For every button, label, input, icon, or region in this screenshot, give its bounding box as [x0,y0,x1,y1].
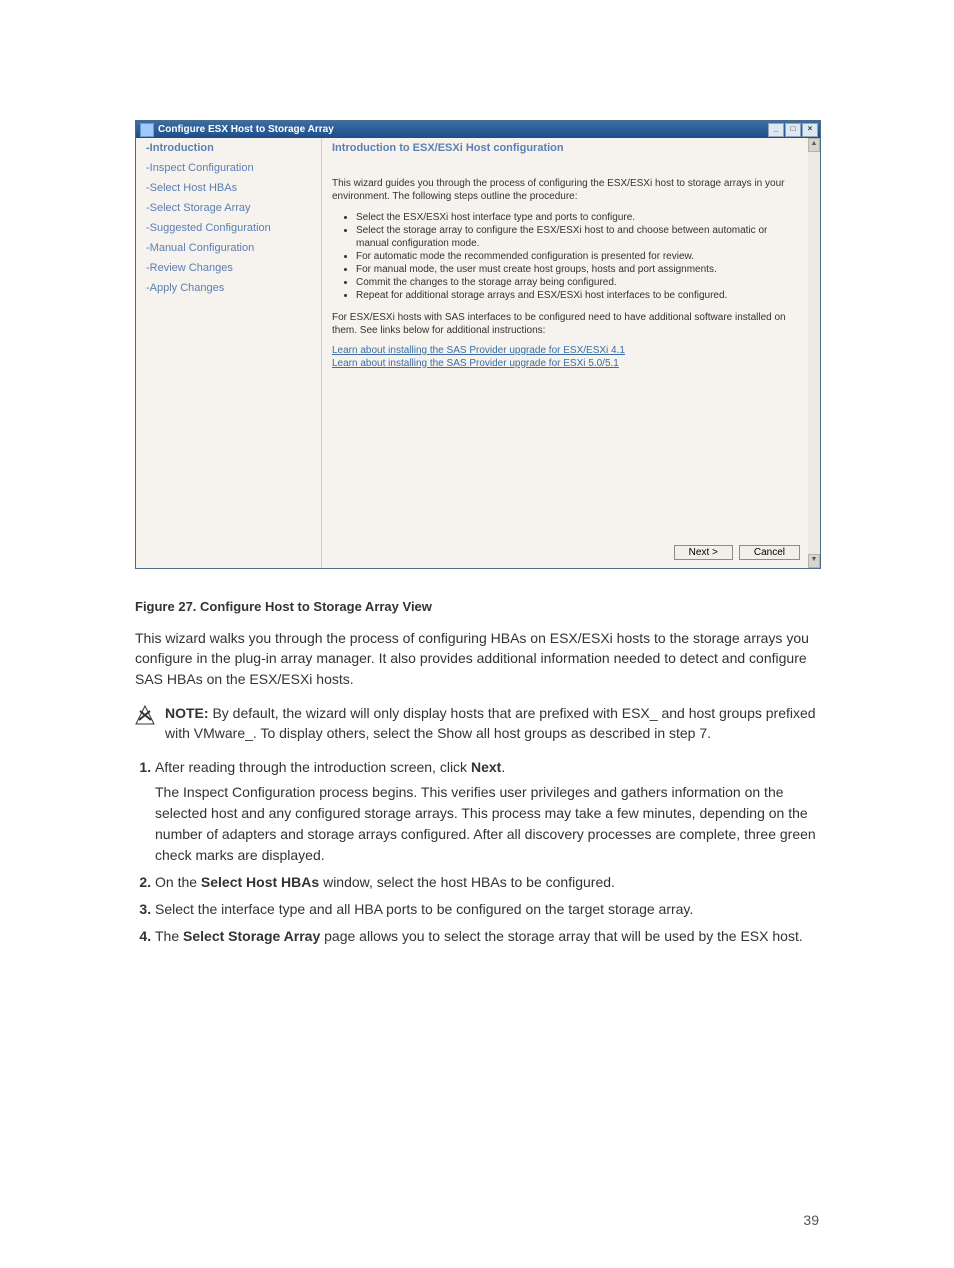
note-block: NOTE: By default, the wizard will only d… [135,703,819,744]
list-item: On the Select Host HBAs window, select t… [155,872,819,893]
list-item: The Select Storage Array page allows you… [155,926,819,947]
procedure-ordered-list: After reading through the introduction s… [135,757,819,947]
list-item: Select the ESX/ESXi host interface type … [356,211,798,224]
window-controls: _ □ × [767,123,818,137]
next-button[interactable]: Next > [674,545,733,560]
wizard-content: Introduction to ESX/ESXi Host configurat… [322,138,820,568]
scroll-up-icon[interactable]: ▲ [808,138,820,152]
body-paragraph: This wizard walks you through the proces… [135,628,819,689]
note-icon [135,705,155,725]
maximize-button[interactable]: □ [785,123,801,137]
wizard-step-review[interactable]: -Review Changes [146,262,321,274]
figure-caption: Figure 27. Configure Host to Storage Arr… [135,599,819,614]
note-label: NOTE: [165,705,209,721]
cancel-button[interactable]: Cancel [739,545,800,560]
step1-detail: The Inspect Configuration process begins… [155,782,819,866]
list-item: After reading through the introduction s… [155,757,819,866]
intro-paragraph: This wizard guides you through the proce… [332,178,798,203]
sas-link-50[interactable]: Learn about installing the SAS Provider … [332,358,619,369]
wizard-window: Configure ESX Host to Storage Array _ □ … [135,120,821,569]
wizard-step-select-storage[interactable]: -Select Storage Array [146,202,321,214]
note-body: By default, the wizard will only display… [165,705,816,741]
list-item: Repeat for additional storage arrays and… [356,289,798,302]
list-item: Select the interface type and all HBA po… [155,899,819,920]
list-item: For automatic mode the recommended confi… [356,250,798,263]
minimize-button[interactable]: _ [768,123,784,137]
sas-note: For ESX/ESXi hosts with SAS interfaces t… [332,312,798,337]
window-icon [140,123,154,137]
page-number: 39 [803,1212,819,1228]
list-item: Commit the changes to the storage array … [356,276,798,289]
close-button[interactable]: × [802,123,818,137]
wizard-button-bar: Next > Cancel [674,545,800,560]
wizard-step-select-hbas[interactable]: -Select Host HBAs [146,182,321,194]
wizard-step-inspect[interactable]: -Inspect Configuration [146,162,321,174]
scroll-down-icon[interactable]: ▼ [808,554,820,568]
list-item: For manual mode, the user must create ho… [356,263,798,276]
window-title: Configure ESX Host to Storage Array [158,124,334,135]
content-scrollbar[interactable]: ▲ ▼ [808,138,820,568]
wizard-step-suggested[interactable]: -Suggested Configuration [146,222,321,234]
content-title: Introduction to ESX/ESXi Host configurat… [332,142,798,154]
wizard-step-introduction[interactable]: -Introduction [146,142,321,154]
note-text: NOTE: By default, the wizard will only d… [165,703,819,744]
window-titlebar: Configure ESX Host to Storage Array _ □ … [136,121,820,138]
wizard-step-apply[interactable]: -Apply Changes [146,282,321,294]
wizard-steps-sidebar: -Introduction -Inspect Configuration -Se… [136,138,322,568]
sas-link-41[interactable]: Learn about installing the SAS Provider … [332,345,625,356]
list-item: Select the storage array to configure th… [356,224,798,250]
wizard-step-manual[interactable]: -Manual Configuration [146,242,321,254]
procedure-list: Select the ESX/ESXi host interface type … [356,211,798,302]
